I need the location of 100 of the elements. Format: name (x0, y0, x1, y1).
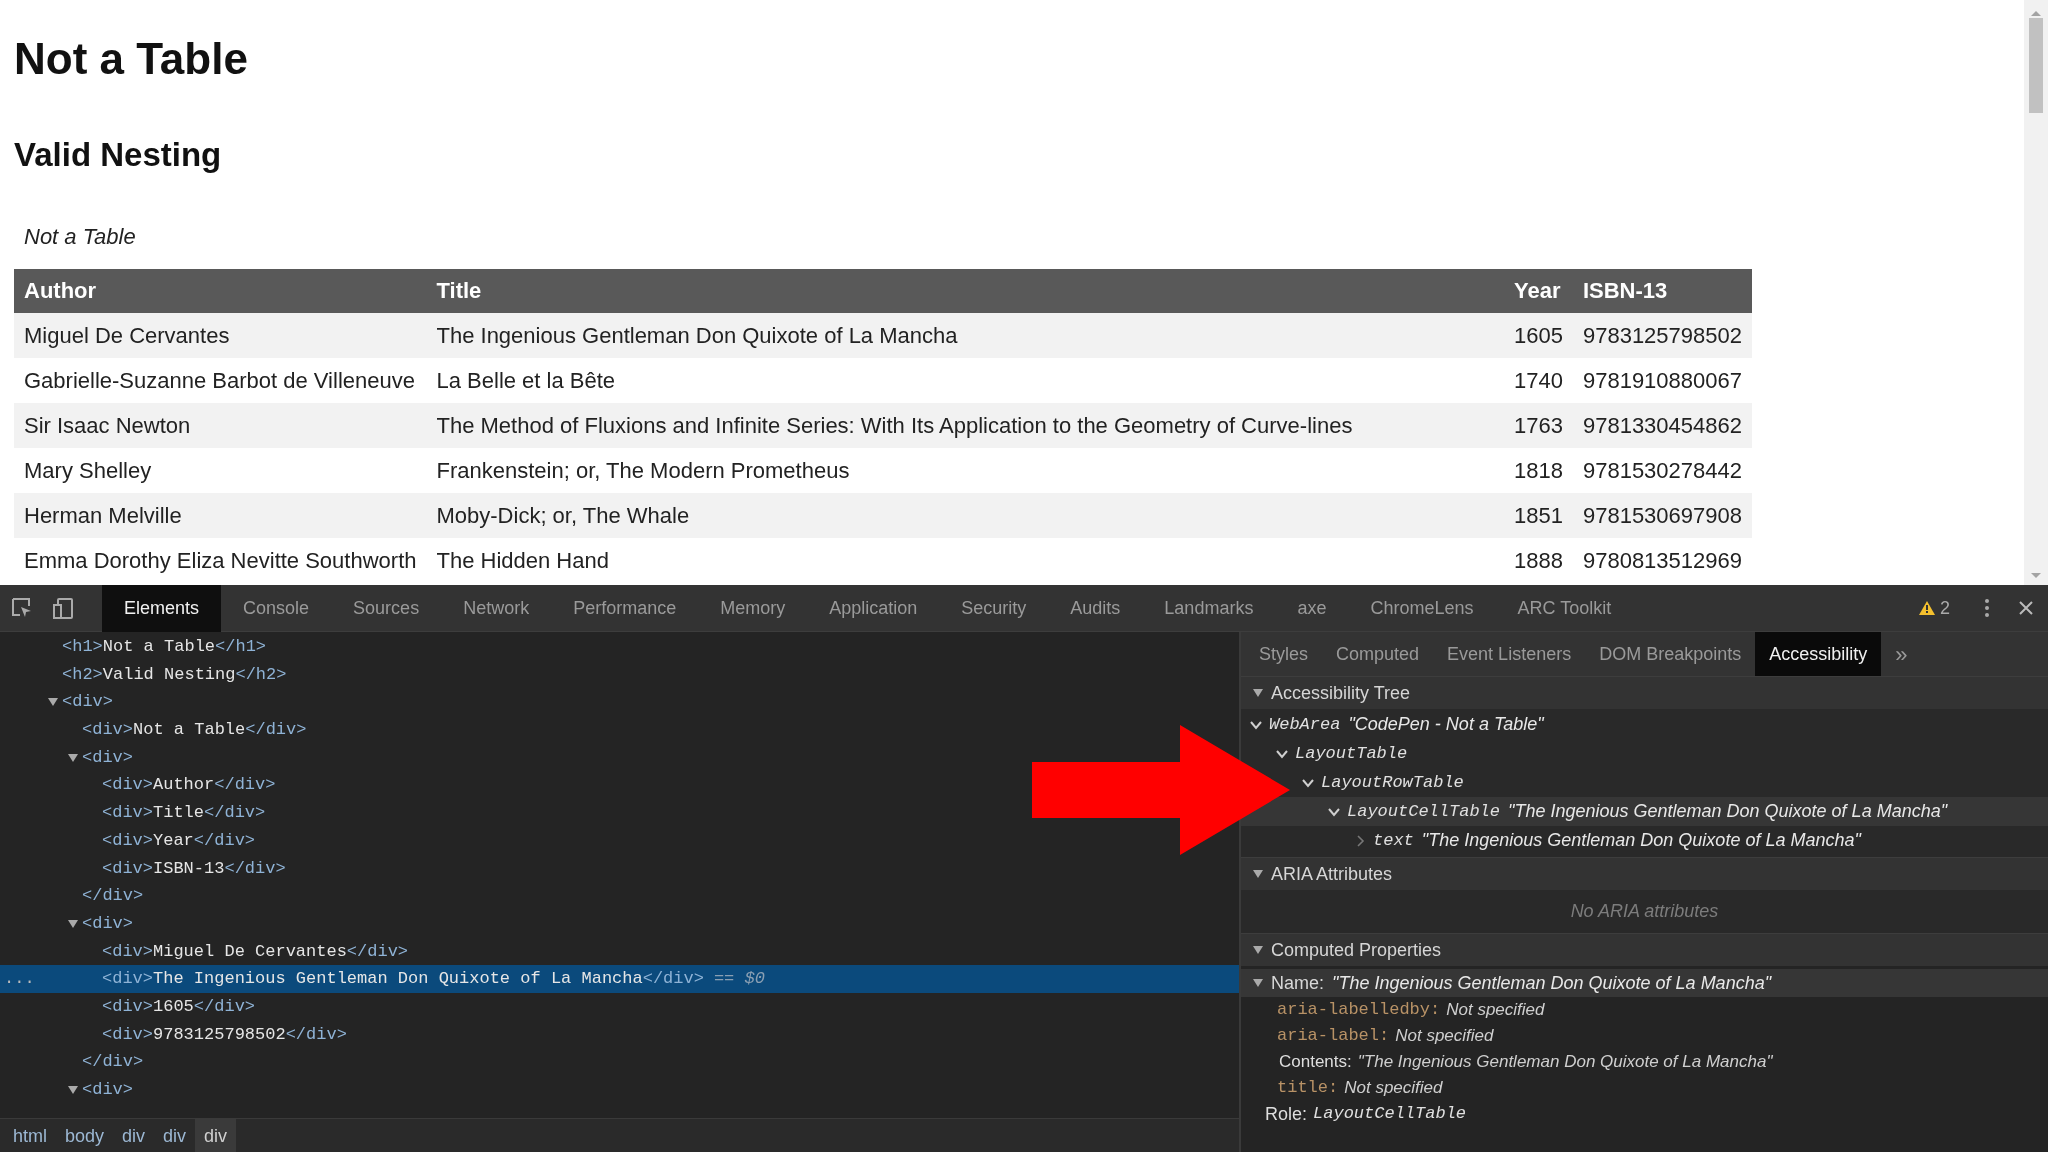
column-header: Year (1504, 269, 1573, 313)
code-line[interactable]: <div> (0, 743, 133, 772)
devtools-tab[interactable]: Security (939, 584, 1049, 632)
element-markup: <div>Year</div> (102, 829, 256, 852)
node-name: "The Ingenious Gentleman Don Quixote of La Mancha" (1508, 800, 1948, 823)
element-markup: <div>Author</div> (102, 774, 276, 797)
expand-triangle-icon[interactable] (1253, 979, 1263, 987)
element-markup: <div>Not a Table</div> (82, 719, 307, 742)
property-value: Not specified (1395, 1025, 1494, 1048)
devtools-tab[interactable]: ARC Toolkit (1495, 584, 1634, 632)
code-line[interactable]: <div>Not a Table</div> (0, 716, 307, 744)
devtools-tab[interactable]: Landmarks (1142, 584, 1276, 632)
code-line[interactable]: <div> (0, 909, 133, 938)
page-heading: Not a Table (14, 33, 249, 85)
table-cell: 1851 (1504, 493, 1573, 538)
table-cell: 1605 (1504, 313, 1573, 358)
code-line[interactable]: <div> (0, 688, 113, 717)
column-header: Author (14, 269, 427, 313)
code-line[interactable]: <div>9783125798502</div> (0, 1020, 347, 1049)
devtools-tab[interactable]: Sources (331, 584, 442, 632)
element-markup: <h1>Not a Table</h1> (62, 636, 267, 658)
breadcrumb[interactable]: html (4, 1118, 56, 1152)
table-cell: Emma Dorothy Eliza Nevitte Southworth (14, 538, 427, 583)
table-cell: 1763 (1504, 403, 1573, 448)
devtools-tab[interactable]: Audits (1048, 584, 1143, 632)
empty-message: No ARIA attributes (1241, 890, 2048, 933)
accessibility-node[interactable]: LayoutTable (1275, 739, 1408, 768)
column-header: Title (426, 269, 1504, 313)
attribute-name: aria-labelledby: (1277, 999, 1441, 1022)
element-markup: <div>ISBN-13</div> (102, 857, 286, 880)
code-line[interactable]: <div>1605</div> (0, 992, 256, 1021)
expand-triangle-icon[interactable] (68, 919, 78, 928)
more-options-icon[interactable] (1984, 598, 1990, 618)
accessibility-node[interactable]: LayoutRowTable (1301, 768, 1464, 797)
code-line[interactable]: <div>Title</div> (0, 799, 266, 827)
element-markup: <div> (82, 1079, 133, 1101)
column-header: ISBN-13 (1572, 269, 1752, 313)
page-subheading: Valid Nesting (14, 135, 223, 175)
element-markup: <div> (82, 746, 133, 769)
table-cell: La Belle et la Bête (426, 358, 1504, 403)
code-line[interactable]: <h2>Valid Nesting</h2> (0, 660, 287, 689)
section-title[interactable]: Computed Properties (1271, 936, 1442, 964)
expand-triangle-icon[interactable] (68, 1085, 78, 1094)
table-cell: 9781330454862 (1572, 403, 1752, 448)
sidebar-tab[interactable]: Accessibility (1755, 632, 1882, 676)
accessibility-node[interactable]: LayoutCellTable "The Ingenious Gentleman Don Quixote of La Mancha" (1241, 797, 2048, 826)
section-toggle-icon[interactable] (1253, 870, 1263, 878)
accessible-name-row[interactable]: Name: "The Ingenious Gentleman Don Quixote of La Mancha" (1241, 969, 2048, 997)
section-title[interactable]: Accessibility Tree (1271, 679, 1411, 707)
devtools-tab[interactable]: Memory (698, 584, 808, 632)
sidebar-tab[interactable]: Computed (1322, 632, 1434, 676)
code-line[interactable]: <div>Year</div> (0, 826, 256, 855)
code-line[interactable]: <div>ISBN-13</div> (0, 854, 286, 883)
devtools-tab[interactable]: Console (221, 584, 332, 632)
property-value: Not specified (1344, 1077, 1443, 1100)
code-line[interactable]: <div>Miguel De Cervantes</div> (0, 937, 409, 966)
warning-icon[interactable] (1918, 600, 1936, 616)
sidebar-tab[interactable]: Event Listeners (1433, 632, 1586, 676)
table-cell: 1888 (1504, 538, 1573, 583)
expand-triangle-icon[interactable] (68, 753, 78, 762)
table-cell: The Method of Fluxions and Infinite Series: With Its Application to the Geometry of Curve-lines (426, 403, 1504, 448)
attribute-name: title: (1277, 1077, 1339, 1100)
element-markup: <div>1605</div> (102, 995, 256, 1018)
table-cell: 9783125798502 (1572, 313, 1752, 358)
accessibility-node[interactable]: WebArea "CodePen - Not a Table" (1249, 710, 1544, 739)
section-toggle-icon[interactable] (1253, 946, 1263, 954)
breadcrumb[interactable]: div (113, 1118, 155, 1152)
node-role: text (1373, 829, 1414, 852)
section-toggle-icon[interactable] (1253, 689, 1263, 697)
sidebar-tab[interactable]: Styles (1245, 632, 1323, 676)
devtools-tab[interactable]: Performance (551, 584, 699, 632)
table-cell: The Ingenious Gentleman Don Quixote of La Mancha (426, 313, 1504, 358)
devtools-tab[interactable]: ChromeLens (1348, 584, 1496, 632)
closing-tag: </div> (82, 882, 144, 910)
accessibility-node[interactable]: text "The Ingenious Gentleman Don Quixote of La Mancha" (1353, 826, 1861, 855)
breadcrumb[interactable]: div (195, 1118, 237, 1152)
node-name: "CodePen - Not a Table" (1348, 713, 1544, 736)
element-markup: <div>Miguel De Cervantes</div> (102, 940, 409, 963)
overflow-tabs-button[interactable]: » (1881, 632, 1922, 676)
element-markup: <div>Title</div> (102, 802, 266, 825)
scrollbar[interactable] (2024, 0, 2048, 585)
code-line[interactable]: <h1>Not a Table</h1> (0, 633, 267, 661)
warning-count[interactable]: 2 (1940, 594, 1950, 622)
devtools-tab[interactable]: Network (441, 584, 552, 632)
expand-triangle-icon[interactable] (48, 698, 58, 707)
gutter-ellipsis[interactable]: ... (4, 965, 35, 993)
table-caption: Not a Table (24, 223, 137, 251)
breadcrumb[interactable]: div (154, 1118, 196, 1152)
close-icon[interactable] (2018, 600, 2034, 616)
section-title[interactable]: ARIA Attributes (1271, 860, 1393, 888)
devtools-tab[interactable]: Application (807, 584, 940, 632)
code-line[interactable]: <div> (0, 1076, 133, 1104)
node-role: LayoutCellTable (1347, 800, 1501, 823)
breadcrumb[interactable]: body (56, 1118, 114, 1152)
sidebar-tab[interactable]: DOM Breakpoints (1585, 632, 1756, 676)
property-value: Not specified (1446, 999, 1545, 1022)
devtools-tab[interactable]: axe (1275, 584, 1349, 632)
code-line[interactable]: <div>Author</div> (0, 771, 276, 800)
devtools-tab[interactable]: Elements (102, 584, 222, 632)
scrollbar-thumb[interactable] (2029, 18, 2043, 113)
